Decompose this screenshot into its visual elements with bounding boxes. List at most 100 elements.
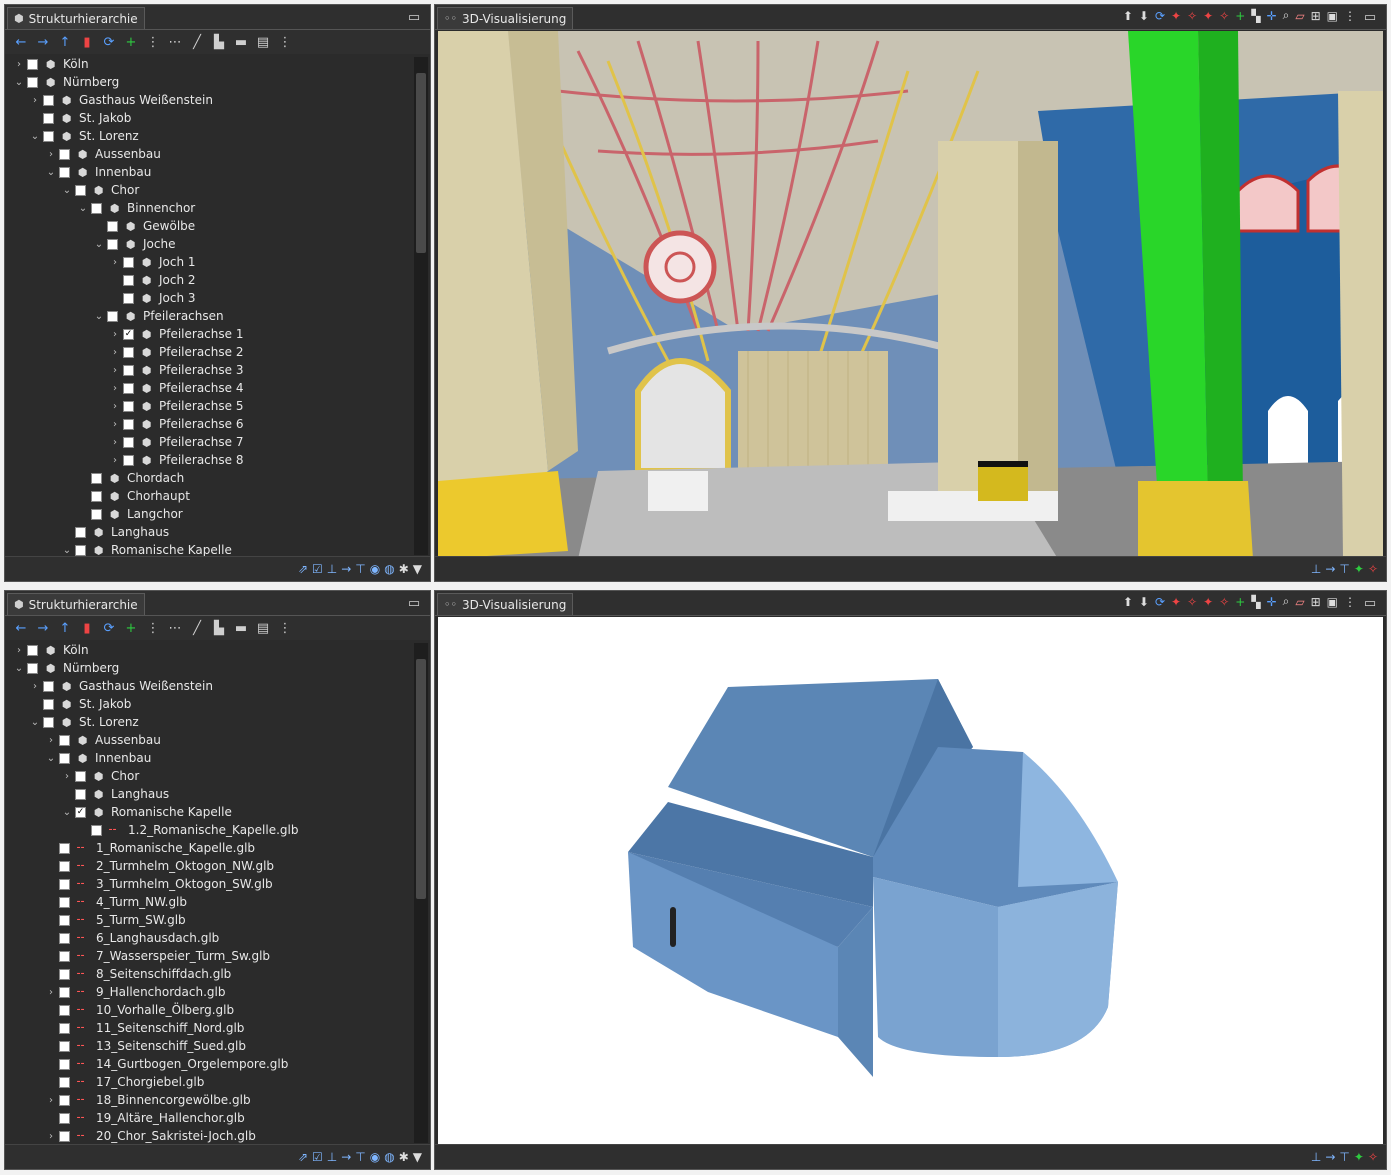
tree-item-checkbox[interactable] [123, 274, 134, 286]
tree-item[interactable]: ⌄ ⬢ Innenbau [5, 163, 412, 181]
zoom-icon[interactable]: ⌕ [1283, 594, 1290, 609]
chevron-right-icon[interactable]: › [43, 735, 59, 746]
tree-item-checkbox[interactable] [59, 896, 70, 908]
grid-icon[interactable]: ⊞ [1311, 595, 1321, 609]
tree-item-checkbox[interactable] [59, 148, 70, 160]
chevron-right-icon[interactable]: › [107, 455, 123, 466]
tree-item-checkbox[interactable] [27, 58, 38, 70]
tree-item-checkbox[interactable] [59, 1040, 70, 1052]
forward-arrow-icon[interactable]: → [33, 33, 53, 51]
pin2-icon[interactable]: ✧ [1187, 595, 1197, 609]
hierarchy-icon[interactable]: ⋮ [143, 33, 163, 51]
add-icon[interactable]: + [1235, 9, 1245, 23]
chevron-down-icon[interactable]: ⌄ [59, 807, 75, 818]
tree-item[interactable]: ⬢ St. Jakob [5, 695, 412, 713]
move-icon[interactable]: ✛ [1267, 595, 1277, 609]
tree-item[interactable]: ⌄ ⬢ Nürnberg [5, 73, 412, 91]
back-arrow-icon[interactable]: ← [11, 619, 31, 637]
checkbox-toggle-icon[interactable]: ☑ [312, 562, 323, 576]
tree-item-checkbox[interactable] [75, 788, 86, 800]
chevron-right-icon[interactable]: › [11, 59, 27, 70]
tree-item-checkbox[interactable] [59, 1004, 70, 1016]
forward-arrow-icon[interactable]: → [33, 619, 53, 637]
tree-item[interactable]: ⁃⁃ 13_Seitenschiff_Sued.glb [5, 1037, 412, 1055]
eraser-icon[interactable]: ▱ [1295, 9, 1304, 23]
tree-item-checkbox[interactable] [59, 734, 70, 746]
tree-item[interactable]: ⬢ Joch 3 [5, 289, 412, 307]
up-align-icon[interactable]: ⊤ [1339, 1150, 1349, 1164]
chevron-right-icon[interactable]: › [107, 401, 123, 412]
maximize-icon[interactable]: ▭ [1360, 8, 1380, 26]
tree-item[interactable]: ⁃⁃ 8_Seitenschiffdach.glb [5, 965, 412, 983]
bottom-tree-scrollbar[interactable] [414, 643, 428, 1143]
tree-item[interactable]: › ⁃⁃ 20_Chor_Sakristei-Joch.glb [5, 1127, 412, 1145]
tree-item-checkbox[interactable] [43, 112, 54, 124]
chevron-right-icon[interactable]: › [107, 419, 123, 430]
view-icon[interactable]: ◉ [370, 1150, 380, 1164]
chevron-down-icon[interactable]: ⌄ [27, 717, 43, 728]
tree-item[interactable]: ⁃⁃ 5_Turm_SW.glb [5, 911, 412, 929]
checkbox-toggle-icon[interactable]: ☑ [312, 1150, 323, 1164]
tree-item[interactable]: › ⬢ Pfeilerachse 3 [5, 361, 412, 379]
tree-item-checkbox[interactable] [43, 680, 54, 692]
grid-icon[interactable]: ⊞ [1311, 9, 1321, 23]
tree-item-checkbox[interactable] [123, 382, 134, 394]
tree-item[interactable]: › ⬢ Pfeilerachse 7 [5, 433, 412, 451]
tree-item-checkbox[interactable] [59, 860, 70, 872]
chevron-right-icon[interactable]: › [43, 1131, 59, 1142]
tree-item[interactable]: › ⬢ Chor [5, 767, 412, 785]
tree-item[interactable]: › ⬢ Aussenbau [5, 731, 412, 749]
add-icon[interactable]: + [121, 619, 141, 637]
chevron-right-icon[interactable]: › [43, 1095, 59, 1106]
tree-item-checkbox[interactable] [27, 662, 38, 674]
link-icon[interactable]: ⇗ [298, 1150, 308, 1164]
tree-item-checkbox[interactable] [107, 310, 118, 322]
hierarchy2-icon[interactable]: ⋯ [165, 33, 185, 51]
top-3d-viewport[interactable] [438, 31, 1383, 559]
tree-item-checkbox[interactable] [91, 202, 102, 214]
right-arrow-icon[interactable]: → [341, 1150, 351, 1164]
chevron-down-icon[interactable]: ⌄ [91, 311, 107, 322]
tree-item[interactable]: › ⬢ Pfeilerachse 2 [5, 343, 412, 361]
pin3-icon[interactable]: ✦ [1203, 595, 1213, 609]
chevron-right-icon[interactable]: › [43, 987, 59, 998]
tree-item[interactable]: ⌄ ⬢ Pfeilerachsen [5, 307, 412, 325]
tree-item-checkbox[interactable] [91, 824, 102, 836]
chevron-down-icon[interactable]: ⌄ [27, 131, 43, 142]
tree-item[interactable]: ⁃⁃ 1_Romanische_Kapelle.glb [5, 839, 412, 857]
tree-item-checkbox[interactable] [123, 436, 134, 448]
tree-item-checkbox[interactable]: ✓ [75, 806, 86, 818]
tree-item-checkbox[interactable] [107, 220, 118, 232]
top-3d-tab[interactable]: ◦◦ 3D-Visualisierung [437, 7, 574, 29]
tree-item[interactable]: ⁃⁃ 11_Seitenschiff_Nord.glb [5, 1019, 412, 1037]
tree-item-checkbox[interactable] [59, 950, 70, 962]
tree-item[interactable]: ⌄ ✓ ⬢ Romanische Kapelle [5, 803, 412, 821]
camera-icon[interactable]: ▣ [1327, 595, 1338, 609]
up-align-icon[interactable]: ⊤ [355, 562, 365, 576]
pin4-icon[interactable]: ✧ [1219, 595, 1229, 609]
chevron-right-icon[interactable]: › [43, 149, 59, 160]
refresh-icon[interactable]: ⟳ [99, 33, 119, 51]
tree-item-checkbox[interactable] [59, 968, 70, 980]
settings-icon[interactable]: ✱ [399, 1150, 409, 1164]
tree-item[interactable]: ⁃⁃ 10_Vorhalle_Ölberg.glb [5, 1001, 412, 1019]
copy-icon[interactable]: ▙ [209, 33, 229, 51]
tree-item-checkbox[interactable]: ✓ [123, 328, 134, 340]
tree-item-checkbox[interactable] [107, 238, 118, 250]
eraser-icon[interactable]: ▱ [1295, 595, 1304, 609]
tree-item[interactable]: ⁃⁃ 17_Chorgiebel.glb [5, 1073, 412, 1091]
tree-item-checkbox[interactable] [59, 842, 70, 854]
chevron-down-icon[interactable]: ⌄ [11, 77, 27, 88]
down-align-icon[interactable]: ⊥ [327, 562, 337, 576]
tree-item[interactable]: ⁃⁃ 6_Langhausdach.glb [5, 929, 412, 947]
add-icon[interactable]: + [1235, 595, 1245, 609]
delete-icon[interactable]: ▮ [77, 619, 97, 637]
tree-item[interactable]: › ⬢ Köln [5, 641, 412, 659]
pin-green-icon[interactable]: ✦ [1354, 562, 1364, 576]
menu-icon[interactable]: ⋮ [1344, 595, 1356, 609]
tree-item[interactable]: › ⬢ Pfeilerachse 6 [5, 415, 412, 433]
chevron-down-icon[interactable]: ⌄ [59, 545, 75, 556]
tree-item-checkbox[interactable] [27, 644, 38, 656]
rect-icon[interactable]: ▬ [231, 33, 251, 51]
tree-item[interactable]: ⬢ Langchor [5, 505, 412, 523]
